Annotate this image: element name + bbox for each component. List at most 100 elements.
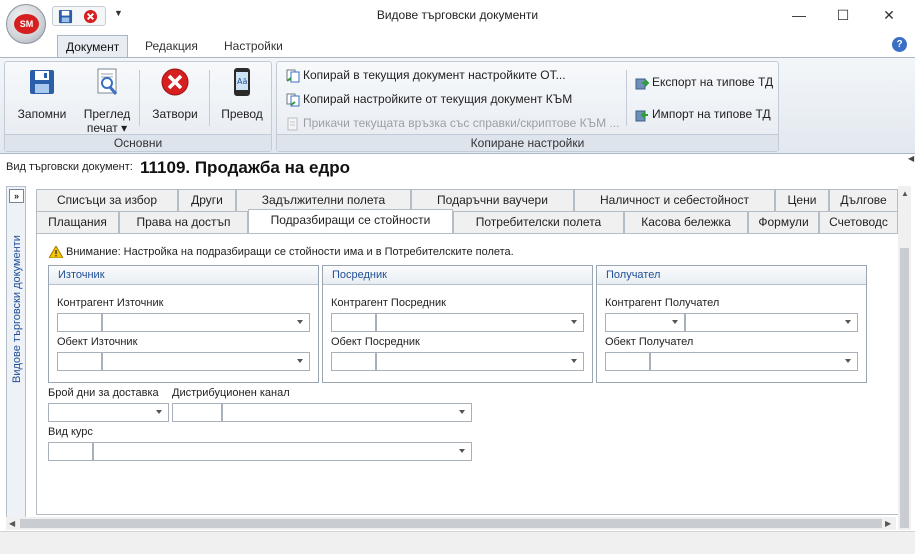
tab-access-rights[interactable]: Права на достъп <box>119 211 248 233</box>
print-preview-label-2: печат ▾ <box>86 121 128 135</box>
horizontal-scroll-thumb[interactable] <box>20 519 882 528</box>
export-icon <box>635 78 649 90</box>
import-types-label: Импорт на типове ТД <box>652 107 771 121</box>
tab-formulas[interactable]: Формули <box>748 211 819 233</box>
mediator-contractor-code-input[interactable] <box>331 313 376 332</box>
save-button[interactable]: Запомни <box>11 66 73 121</box>
group-copy-label: Копиране настройки <box>277 134 778 151</box>
close-button[interactable]: Затвори <box>145 66 205 121</box>
print-preview-icon <box>97 68 118 95</box>
side-panel-label: Видове търговски документи <box>11 235 23 383</box>
vertical-scrollbar[interactable]: ▲ <box>898 186 911 530</box>
panel-source-title: Източник <box>49 266 318 285</box>
recipient-contractor-code-combo[interactable] <box>605 313 685 332</box>
chevron-down-icon[interactable] <box>297 320 303 324</box>
print-preview-button[interactable]: Преглед печат ▾ <box>77 66 137 135</box>
import-types-button[interactable]: Импорт на типове ТД <box>635 107 771 127</box>
chevron-down-icon[interactable] <box>156 410 162 414</box>
recipient-object-label: Обект Получател <box>605 336 694 348</box>
attach-link-label: Прикачи текущата връзка със справки/скри… <box>303 116 620 130</box>
export-types-label: Експорт на типове ТД <box>652 75 774 89</box>
ribbon-tab-edit[interactable]: Редакция <box>137 35 206 57</box>
distribution-channel-code-input[interactable] <box>172 403 222 422</box>
mediator-object-combo[interactable] <box>376 352 584 371</box>
distribution-channel-combo[interactable] <box>222 403 472 422</box>
group-basic: Запомни Преглед печат ▾ Затвори Aä Прево… <box>4 61 272 152</box>
recipient-object-code-input[interactable] <box>605 352 650 371</box>
scroll-up-icon[interactable]: ▲ <box>901 189 909 198</box>
mediator-object-code-input[interactable] <box>331 352 376 371</box>
minimize-button[interactable]: — <box>776 0 822 30</box>
close-icon <box>161 68 189 96</box>
tab-other[interactable]: Други <box>178 189 236 211</box>
chevron-down-icon[interactable] <box>571 359 577 363</box>
chevron-down-icon[interactable] <box>459 449 465 453</box>
attach-link-button[interactable]: Прикачи текущата връзка със справки/скри… <box>286 116 619 136</box>
tab-accounting[interactable]: Счетоводс <box>819 211 898 233</box>
vertical-scroll-thumb[interactable] <box>900 248 909 528</box>
chevron-down-icon[interactable] <box>845 359 851 363</box>
tab-gift-vouchers[interactable]: Подаръчни ваучери <box>411 189 574 211</box>
translate-icon: Aä <box>234 68 250 96</box>
tab-availability-cost[interactable]: Наличност и себестойност <box>574 189 775 211</box>
tab-required-fields[interactable]: Задължителни полета <box>236 189 411 211</box>
source-contractor-code-input[interactable] <box>57 313 102 332</box>
source-contractor-label: Контрагент Източник <box>57 297 164 309</box>
delivery-days-combo[interactable] <box>48 403 169 422</box>
source-contractor-combo[interactable] <box>102 313 310 332</box>
ribbon: Запомни Преглед печат ▾ Затвори Aä Прево… <box>0 57 915 154</box>
chevron-down-icon[interactable] <box>672 320 678 324</box>
source-object-code-input[interactable] <box>57 352 102 371</box>
side-panel-doc-types[interactable]: » Видове търговски документи <box>6 186 26 518</box>
rate-type-code-input[interactable] <box>48 442 93 461</box>
panel-recipient-title: Получател <box>597 266 866 285</box>
tab-default-values[interactable]: Подразбиращи се стойности <box>248 209 453 233</box>
doc-type-label: Вид търговски документ: <box>6 161 133 173</box>
tab-debts[interactable]: Дългове <box>829 189 898 211</box>
tab-receipt[interactable]: Касова бележка <box>624 211 748 233</box>
tab-payments[interactable]: Плащания <box>36 211 119 233</box>
mediator-contractor-combo[interactable] <box>376 313 584 332</box>
floppy-disk-icon <box>30 70 54 94</box>
translate-button[interactable]: Aä Превод <box>213 66 271 121</box>
recipient-contractor-combo[interactable] <box>685 313 858 332</box>
warning-text: Внимание: Настройка на подразбиращи се с… <box>66 246 514 258</box>
chevron-down-icon[interactable] <box>845 320 851 324</box>
save-label: Запомни <box>17 107 67 121</box>
chevron-down-icon[interactable] <box>297 359 303 363</box>
ribbon-separator <box>209 70 210 126</box>
collapse-caret-icon[interactable]: ◀ <box>908 154 914 163</box>
status-bar <box>0 531 915 554</box>
group-copy-settings: Копирай в текущия документ настройките О… <box>276 61 779 152</box>
warning-message: Внимание: Настройка на подразбиращи се с… <box>49 246 514 259</box>
scroll-right-icon[interactable]: ▶ <box>885 519 891 528</box>
delivery-days-label: Брой дни за доставка <box>48 387 159 399</box>
maximize-button[interactable]: ☐ <box>820 0 866 30</box>
rate-type-combo[interactable] <box>93 442 472 461</box>
export-types-button[interactable]: Експорт на типове ТД <box>635 75 773 95</box>
copy-from-label: Копирай в текущия документ настройките О… <box>303 68 566 82</box>
recipient-object-combo[interactable] <box>650 352 858 371</box>
svg-text:Aä: Aä <box>237 77 247 86</box>
scroll-left-icon[interactable]: ◀ <box>9 519 15 528</box>
chevron-down-icon[interactable] <box>459 410 465 414</box>
copy-from-button[interactable]: Копирай в текущия документ настройките О… <box>286 68 566 88</box>
help-icon[interactable]: ? <box>892 37 907 52</box>
print-preview-label-1: Преглед <box>83 107 131 121</box>
chevron-down-icon[interactable] <box>571 320 577 324</box>
source-object-combo[interactable] <box>102 352 310 371</box>
copy-icon <box>286 69 300 83</box>
copy-to-button[interactable]: Копирай настройките от текущия документ … <box>286 92 572 112</box>
tab-selection-lists[interactable]: Списъци за избор <box>36 189 178 211</box>
copy-to-label: Копирай настройките от текущия документ … <box>303 92 573 106</box>
close-window-button[interactable]: ✕ <box>866 0 912 30</box>
warning-icon <box>49 246 63 259</box>
tab-prices[interactable]: Цени <box>775 189 829 211</box>
ribbon-tab-settings[interactable]: Настройки <box>216 35 291 57</box>
expand-panel-button[interactable]: » <box>9 189 24 203</box>
tab-user-fields[interactable]: Потребителски полета <box>453 211 624 233</box>
translate-label: Превод <box>221 107 263 121</box>
app-menu-button[interactable]: SM <box>6 4 46 44</box>
ribbon-tab-document[interactable]: Документ <box>57 35 129 57</box>
horizontal-scrollbar[interactable]: ◀ ▶ <box>6 517 896 530</box>
